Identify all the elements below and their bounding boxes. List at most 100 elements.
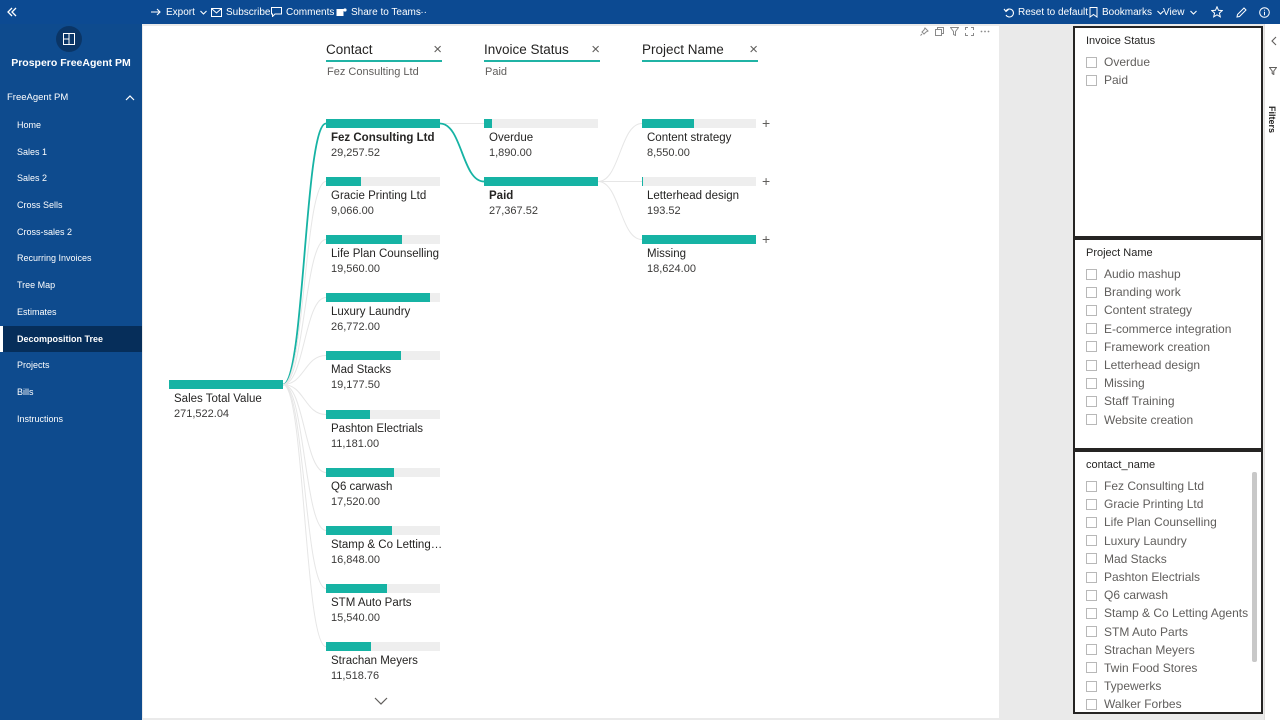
- focus-mode-icon[interactable]: [965, 27, 974, 36]
- nav-item-bills[interactable]: Bills: [0, 379, 142, 406]
- checkbox[interactable]: [1086, 414, 1097, 426]
- contact-name-option[interactable]: Q6 carwash: [1086, 586, 1248, 604]
- invoice-status-option[interactable]: Paid: [1086, 71, 1150, 89]
- nav-item-decomposition-tree[interactable]: Decomposition Tree: [0, 325, 142, 353]
- checkbox[interactable]: [1086, 395, 1097, 407]
- project-name-option[interactable]: Framework creation: [1086, 338, 1231, 356]
- bookmarks-button[interactable]: Bookmarks: [1089, 0, 1165, 24]
- contact-name-option[interactable]: Pashton Electrials: [1086, 568, 1248, 586]
- bar-fill: [484, 119, 492, 128]
- contact-name-option[interactable]: Twin Food Stores: [1086, 659, 1248, 677]
- view-button[interactable]: View: [1163, 0, 1198, 24]
- more-options-icon[interactable]: [980, 27, 990, 36]
- checkbox[interactable]: [1086, 323, 1097, 335]
- pin-icon[interactable]: [920, 27, 929, 36]
- checkbox[interactable]: [1086, 589, 1097, 601]
- nav-item-sales-1[interactable]: Sales 1: [0, 139, 142, 166]
- checkbox[interactable]: [1086, 480, 1097, 492]
- project-name-option[interactable]: Staff Training: [1086, 392, 1231, 410]
- more-options-button[interactable]: ···: [417, 0, 427, 24]
- checkbox[interactable]: [1086, 74, 1097, 86]
- nav-item-instructions[interactable]: Instructions: [0, 406, 142, 433]
- filters-pane-collapsed[interactable]: Filters: [1264, 24, 1280, 720]
- option-label: Stamp & Co Letting Agents: [1104, 606, 1249, 621]
- project-name-option[interactable]: Content strategy: [1086, 301, 1231, 319]
- nav-item-cross-sells[interactable]: Cross Sells: [0, 192, 142, 219]
- nav-item-sales-2[interactable]: Sales 2: [0, 165, 142, 192]
- checkbox[interactable]: [1086, 571, 1097, 583]
- checkbox[interactable]: [1086, 286, 1097, 298]
- nav-item-projects[interactable]: Projects: [0, 352, 142, 379]
- copy-icon[interactable]: [935, 27, 944, 36]
- chevron-up-icon: [125, 94, 135, 100]
- nav-section-header[interactable]: FreeAgent PM: [7, 92, 135, 103]
- checkbox[interactable]: [1086, 268, 1097, 280]
- share-teams-button[interactable]: Share to Teams: [336, 0, 421, 24]
- export-button[interactable]: Export: [150, 0, 208, 24]
- contact-name-option[interactable]: Stamp & Co Letting Agents: [1086, 604, 1248, 622]
- project-name-option[interactable]: Missing: [1086, 374, 1231, 392]
- checkbox[interactable]: [1086, 553, 1097, 565]
- expand-node-button[interactable]: +: [762, 232, 770, 246]
- nav-item-tree-map[interactable]: Tree Map: [0, 272, 142, 299]
- level-header-invoice-status[interactable]: Invoice Status ×: [484, 41, 600, 62]
- checkbox[interactable]: [1086, 498, 1097, 510]
- level-header-project-name[interactable]: Project Name ×: [642, 41, 758, 62]
- contact-name-option[interactable]: Luxury Laundry: [1086, 532, 1248, 550]
- checkbox[interactable]: [1086, 644, 1097, 656]
- favorite-button[interactable]: [1211, 0, 1223, 24]
- bar-fill: [326, 235, 403, 244]
- invoice-status-option[interactable]: Overdue: [1086, 53, 1150, 71]
- project-name-option[interactable]: Audio mashup: [1086, 265, 1231, 283]
- checkbox[interactable]: [1086, 607, 1097, 619]
- option-label: Walker Forbes: [1104, 697, 1182, 712]
- contact-name-option[interactable]: Life Plan Counselling: [1086, 513, 1248, 531]
- option-label: Staff Training: [1104, 394, 1175, 409]
- project-name-option[interactable]: Website creation: [1086, 411, 1231, 429]
- project-name-option[interactable]: Letterhead design: [1086, 356, 1231, 374]
- checkbox[interactable]: [1086, 359, 1097, 371]
- collapse-nav-button[interactable]: [6, 0, 18, 24]
- option-label: Paid: [1104, 73, 1129, 88]
- checkbox[interactable]: [1086, 626, 1097, 638]
- remove-level-button[interactable]: ×: [591, 41, 600, 59]
- subscribe-button[interactable]: Subscribe: [211, 0, 270, 24]
- checkbox[interactable]: [1086, 535, 1097, 547]
- contact-name-option[interactable]: Walker Forbes: [1086, 695, 1248, 712]
- slicer-scrollbar[interactable]: [1252, 472, 1257, 662]
- checkbox[interactable]: [1086, 662, 1097, 674]
- nav-item-recurring-invoices[interactable]: Recurring Invoices: [0, 245, 142, 272]
- project-name-option[interactable]: Branding work: [1086, 283, 1231, 301]
- scroll-down-chevron-icon[interactable]: [374, 696, 388, 706]
- contact-name-option[interactable]: Typewerks: [1086, 677, 1248, 695]
- reset-default-button[interactable]: Reset to default: [1003, 0, 1088, 24]
- checkbox[interactable]: [1086, 698, 1097, 710]
- checkbox[interactable]: [1086, 56, 1097, 68]
- expand-node-button[interactable]: +: [762, 174, 770, 188]
- comments-button[interactable]: Comments: [271, 0, 334, 24]
- edit-button[interactable]: [1236, 0, 1247, 24]
- expand-node-button[interactable]: +: [762, 116, 770, 130]
- filters-pane-label: Filters: [1267, 106, 1277, 134]
- remove-level-button[interactable]: ×: [749, 41, 758, 59]
- nav-item-estimates[interactable]: Estimates: [0, 299, 142, 326]
- level-header-contact[interactable]: Contact ×: [326, 41, 442, 62]
- contact-name-option[interactable]: Fez Consulting Ltd: [1086, 477, 1248, 495]
- checkbox[interactable]: [1086, 516, 1097, 528]
- remove-level-button[interactable]: ×: [433, 41, 442, 59]
- info-button[interactable]: [1259, 0, 1270, 24]
- filter-icon[interactable]: [950, 27, 959, 36]
- contact-name-option[interactable]: STM Auto Parts: [1086, 623, 1248, 641]
- contact-name-option[interactable]: Gracie Printing Ltd: [1086, 495, 1248, 513]
- contact-name-option[interactable]: Strachan Meyers: [1086, 641, 1248, 659]
- nav-item-home[interactable]: Home: [0, 112, 142, 139]
- chevron-left-icon[interactable]: [1270, 36, 1277, 46]
- bar-fill: [326, 642, 371, 651]
- checkbox[interactable]: [1086, 680, 1097, 692]
- project-name-option[interactable]: E-commerce integration: [1086, 320, 1231, 338]
- nav-item-cross-sales-2[interactable]: Cross-sales 2: [0, 219, 142, 246]
- checkbox[interactable]: [1086, 304, 1097, 316]
- checkbox[interactable]: [1086, 341, 1097, 353]
- contact-name-option[interactable]: Mad Stacks: [1086, 550, 1248, 568]
- checkbox[interactable]: [1086, 377, 1097, 389]
